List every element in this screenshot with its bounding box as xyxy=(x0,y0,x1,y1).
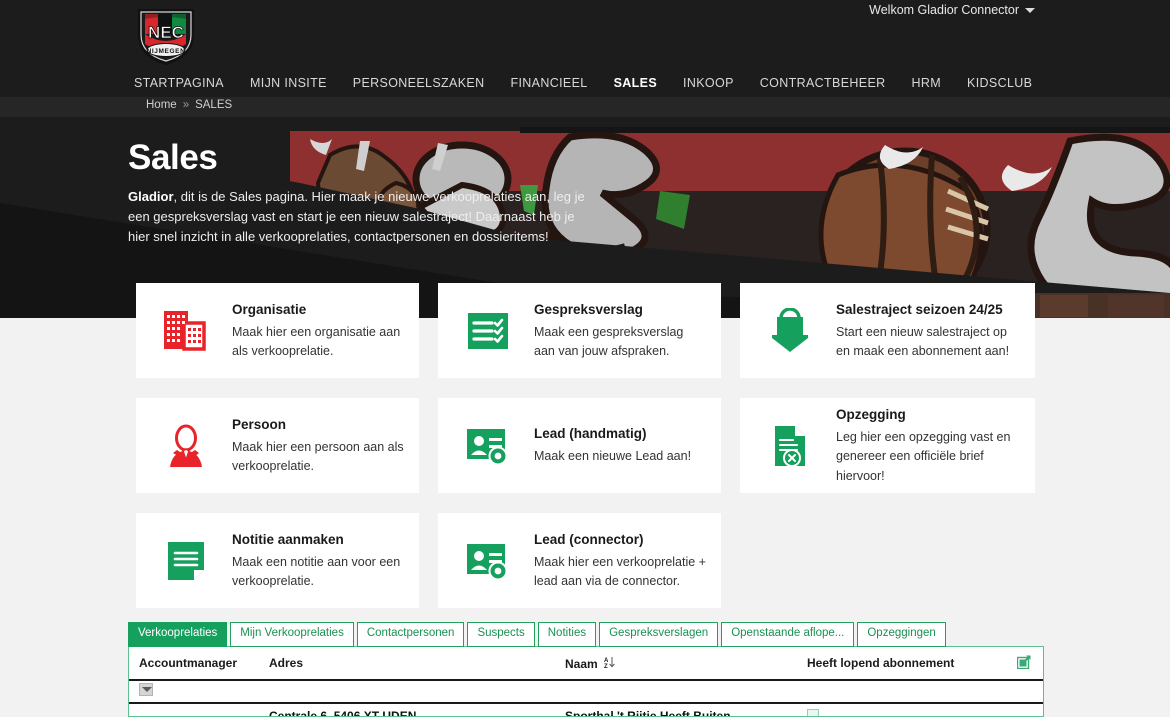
column-header-export[interactable] xyxy=(1007,647,1043,680)
sort-az-icon: A Z xyxy=(604,656,615,672)
svg-text:Z: Z xyxy=(604,664,608,669)
nav-item-inkoop[interactable]: INKOOP xyxy=(683,76,748,90)
tab-gespreksverslagen[interactable]: Gespreksverslagen xyxy=(599,622,718,647)
nav-item-contractbeheer[interactable]: CONTRACTBEHEER xyxy=(760,76,900,90)
card-title: Salestraject seizoen 24/25 xyxy=(836,302,1021,317)
office-buildings-icon xyxy=(158,303,214,359)
page-title: Sales xyxy=(128,140,598,177)
filter-cell-naam[interactable] xyxy=(555,680,797,703)
card-lead-handmatig[interactable]: Lead (handmatig) Maak een nieuwe Lead aa… xyxy=(438,398,721,493)
filter-icon[interactable] xyxy=(139,683,153,696)
tab-contactpersonen[interactable]: Contactpersonen xyxy=(357,622,465,647)
export-icon[interactable] xyxy=(1017,658,1031,672)
filter-cell-export xyxy=(1007,680,1043,703)
nav-item-kidsclub[interactable]: KIDSCLUB xyxy=(967,76,1046,90)
tab-mijn-verkooprelaties[interactable]: Mijn Verkooprelaties xyxy=(230,622,354,647)
column-header-accountmanager[interactable]: Accountmanager xyxy=(129,647,259,680)
cell-naam: Sporthal 't Rijtje Heeft Buiten xyxy=(555,703,797,717)
column-header-heeft-lopend-abonnement[interactable]: Heeft lopend abonnement xyxy=(797,647,1007,680)
table-header-row: Accountmanager Adres Naam A Z Heeft lope… xyxy=(129,647,1043,680)
card-description: Maak een gespreksverslag aan van jouw af… xyxy=(534,323,707,362)
nav-item-sales[interactable]: SALES xyxy=(614,76,671,90)
hero-text-block: Sales Gladior, dit is de Sales pagina. H… xyxy=(128,140,598,247)
card-description: Leg hier een opzegging vast en genereer … xyxy=(836,428,1021,486)
hero-description: Gladior, dit is de Sales pagina. Hier ma… xyxy=(128,187,598,247)
tab-openstaande-aflopende[interactable]: Openstaande aflope... xyxy=(721,622,854,647)
filter-cell-adres[interactable] xyxy=(259,680,555,703)
column-header-naam-label: Naam xyxy=(565,657,598,671)
card-description: Maak een notitie aan voor een verkooprel… xyxy=(232,553,405,592)
nec-logo[interactable]: NEC NIJMEGEN xyxy=(134,5,198,67)
breadcrumb-current: SALES xyxy=(195,99,232,111)
shopping-bag-download-icon xyxy=(762,303,818,359)
card-title: Notitie aanmaken xyxy=(232,532,405,547)
card-opzegging[interactable]: Opzegging Leg hier een opzegging vast en… xyxy=(740,398,1035,493)
card-persoon[interactable]: Persoon Maak hier een persoon aan als ve… xyxy=(136,398,419,493)
tab-strip: Verkooprelaties Mijn Verkooprelaties Con… xyxy=(128,622,1044,647)
site-header: Welkom Gladior Connector NEC NIJMEGEN xyxy=(0,0,1170,318)
person-icon xyxy=(158,418,214,474)
card-title: Lead (handmatig) xyxy=(534,426,691,441)
data-grid-container: Accountmanager Adres Naam A Z Heeft lope… xyxy=(128,646,1044,717)
card-description: Start een nieuw salestraject op en maak … xyxy=(836,323,1021,362)
svg-text:NIJMEGEN: NIJMEGEN xyxy=(147,48,186,55)
card-title: Lead (connector) xyxy=(534,532,707,547)
cell-abonnement xyxy=(797,703,1007,717)
card-notitie-aanmaken[interactable]: Notitie aanmaken Maak een notitie aan vo… xyxy=(136,513,419,608)
contact-card-gear-icon xyxy=(460,418,516,474)
card-description: Maak hier een organisatie aan als verkoo… xyxy=(232,323,405,362)
document-cancel-icon xyxy=(762,418,818,474)
tab-suspects[interactable]: Suspects xyxy=(467,622,534,647)
cell-export xyxy=(1007,703,1043,717)
nec-shield-icon: NEC NIJMEGEN xyxy=(134,5,198,67)
chevron-down-icon xyxy=(1025,8,1035,13)
column-header-naam[interactable]: Naam A Z xyxy=(555,647,797,680)
checkbox-icon[interactable] xyxy=(807,709,819,717)
filter-cell-accountmanager[interactable] xyxy=(129,680,259,703)
breadcrumb: Home » SALES xyxy=(146,99,232,111)
nav-item-financieel[interactable]: FINANCIEEL xyxy=(510,76,601,90)
card-organisatie[interactable]: Organisatie Maak hier een organisatie aa… xyxy=(136,283,419,378)
data-panel: Verkooprelaties Mijn Verkooprelaties Con… xyxy=(128,622,1044,717)
tab-notities[interactable]: Notities xyxy=(538,622,596,647)
card-title: Organisatie xyxy=(232,302,405,317)
column-header-adres[interactable]: Adres xyxy=(259,647,555,680)
verkooprelaties-table: Accountmanager Adres Naam A Z Heeft lope… xyxy=(129,647,1043,717)
action-card-grid: Organisatie Maak hier een organisatie aa… xyxy=(136,283,1036,608)
filter-cell-abonnement[interactable] xyxy=(797,680,1007,703)
hero-lead-bold: Gladior xyxy=(128,189,174,204)
card-lead-connector[interactable]: Lead (connector) Maak hier een verkoopre… xyxy=(438,513,721,608)
breadcrumb-bar: Home » SALES xyxy=(0,97,1170,117)
checklist-icon xyxy=(460,303,516,359)
breadcrumb-home[interactable]: Home xyxy=(146,99,177,111)
svg-text:NEC: NEC xyxy=(148,23,184,42)
nav-item-hrm[interactable]: HRM xyxy=(912,76,956,90)
main-navigation: STARTPAGINA MIJN INSITE PERSONEELSZAKEN … xyxy=(134,76,1058,90)
nav-item-personeelszaken[interactable]: PERSONEELSZAKEN xyxy=(353,76,499,90)
welcome-menu[interactable]: Welkom Gladior Connector xyxy=(869,3,1035,17)
tab-verkooprelaties[interactable]: Verkooprelaties xyxy=(128,622,227,647)
table-filter-row xyxy=(129,680,1043,703)
card-description: Maak een nieuwe Lead aan! xyxy=(534,447,691,466)
card-description: Maak hier een verkooprelatie + lead aan … xyxy=(534,553,707,592)
nav-item-startpagina[interactable]: STARTPAGINA xyxy=(134,76,238,90)
card-salestraject[interactable]: Salestraject seizoen 24/25 Start een nie… xyxy=(740,283,1035,378)
cell-accountmanager xyxy=(129,703,259,717)
welcome-label: Welkom Gladior Connector xyxy=(869,3,1019,17)
breadcrumb-separator: » xyxy=(183,99,189,111)
card-title: Persoon xyxy=(232,417,405,432)
card-gespreksverslag[interactable]: Gespreksverslag Maak een gespreksverslag… xyxy=(438,283,721,378)
card-description: Maak hier een persoon aan als verkooprel… xyxy=(232,438,405,477)
contact-card-gear-icon xyxy=(460,533,516,589)
table-row[interactable]: Centrale 6, 5406 XT UDEN Sporthal 't Rij… xyxy=(129,703,1043,717)
nav-item-mijn-insite[interactable]: MIJN INSITE xyxy=(250,76,341,90)
card-title: Opzegging xyxy=(836,407,1021,422)
note-icon xyxy=(158,533,214,589)
tab-opzeggingen[interactable]: Opzeggingen xyxy=(857,622,945,647)
cell-adres: Centrale 6, 5406 XT UDEN xyxy=(259,703,555,717)
hero-lead-rest: , dit is de Sales pagina. Hier maak je n… xyxy=(128,189,585,244)
card-title: Gespreksverslag xyxy=(534,302,707,317)
